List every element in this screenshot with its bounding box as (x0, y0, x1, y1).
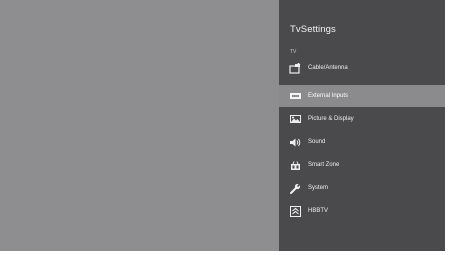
menu-item-label: Picture & Display (308, 116, 354, 122)
menu-item-external-inputs[interactable]: External Inputs (279, 85, 445, 107)
menu-item-system[interactable]: System (279, 177, 445, 199)
menu-item-label: HBBTV (308, 208, 329, 214)
input-icon (289, 90, 301, 102)
smart-zone-icon (289, 159, 301, 171)
hbbtv-icon (289, 205, 301, 217)
menu-item-label: Smart Zone (308, 162, 340, 168)
menu-item-cable-antenna[interactable]: Cable/Antenna (279, 57, 445, 79)
wrench-icon (289, 182, 301, 194)
menu-item-hbbtv[interactable]: HBBTV (279, 200, 445, 222)
antenna-icon (289, 62, 301, 74)
speaker-icon (289, 136, 301, 148)
settings-panel: TvSettings TV Cable/Antenna External Inp… (279, 0, 445, 251)
menu-item-label: External Inputs (308, 93, 349, 99)
picture-icon (289, 113, 301, 125)
menu-item-label: Sound (308, 139, 326, 145)
menu-item-label: Cable/Antenna (308, 65, 348, 71)
menu-item-smart-zone[interactable]: Smart Zone (279, 154, 445, 176)
menu-item-sound[interactable]: Sound (279, 131, 445, 153)
section-label-tv: TV (290, 49, 297, 55)
menu-item-label: System (308, 185, 329, 191)
menu-item-picture-display[interactable]: Picture & Display (279, 108, 445, 130)
panel-title: TvSettings (290, 24, 336, 35)
